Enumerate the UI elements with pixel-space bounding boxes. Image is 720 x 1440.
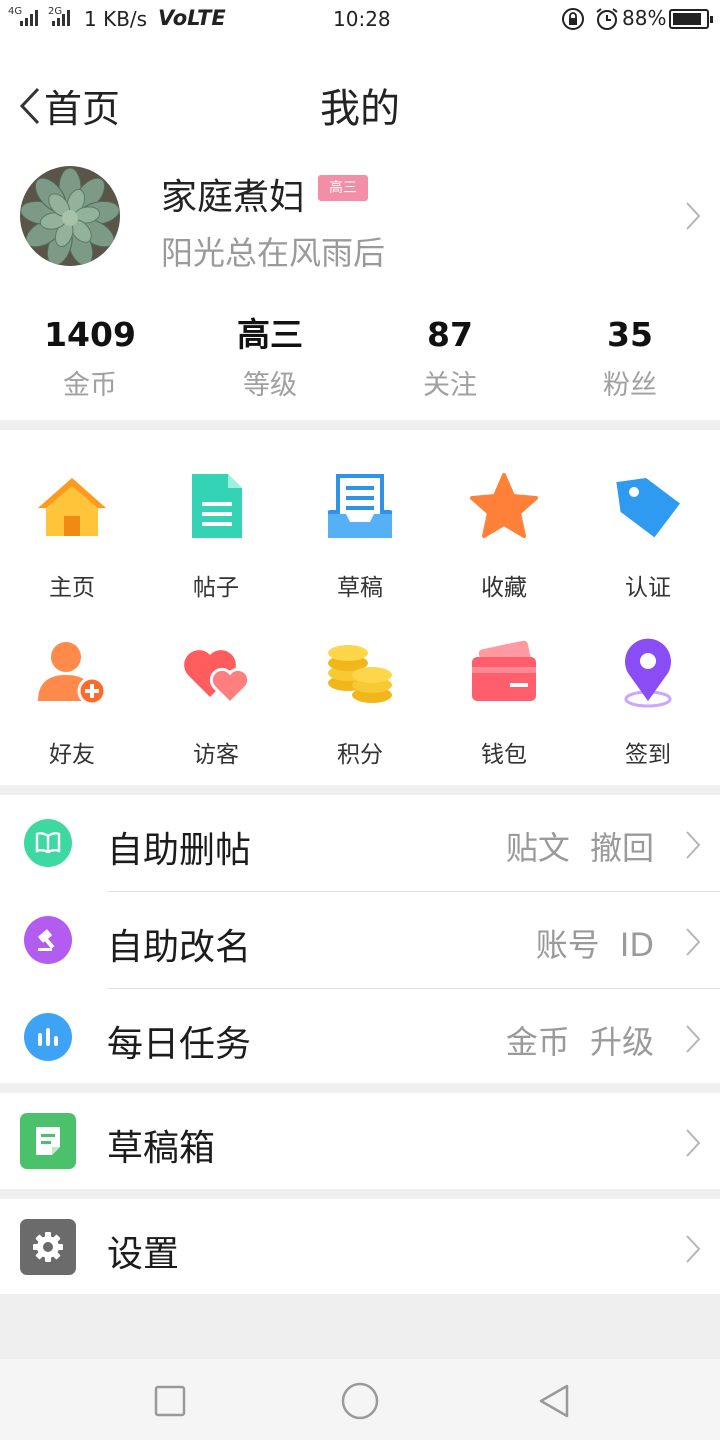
stat-following[interactable]: 87 关注 [360,313,540,402]
grid-item-visitors[interactable]: 访客 [144,637,288,769]
rotation-lock-icon [562,8,584,30]
grid-item-label: 草稿 [337,575,383,601]
grid-item-drafts[interactable]: 草稿 [288,470,432,602]
stat-value: 87 [427,315,473,354]
grid-item-home[interactable]: 主页 [0,470,144,602]
stat-level[interactable]: 高三 等级 [180,313,360,402]
gear-icon [20,1219,76,1275]
home-icon [38,478,106,536]
grid-item-label: 认证 [625,575,671,601]
chevron-right-icon [686,1235,701,1263]
list-item-hint: 贴文 撤回 [505,829,654,867]
chevron-right-icon[interactable] [684,200,702,232]
grid-item-label: 积分 [337,742,383,768]
stat-coins[interactable]: 1409 金币 [0,313,180,402]
stat-label: 粉丝 [603,370,657,401]
stats-row: 1409 金币 高三 等级 87 关注 35 粉丝 [0,313,720,402]
add-friend-icon [38,642,107,706]
wallet-icon [472,640,536,701]
post-document-icon [192,474,242,538]
recent-apps-icon[interactable] [150,1381,190,1421]
clock: 10:28 [333,7,391,31]
gavel-icon [24,916,72,964]
top-navigation-bar: 首页 我的 [0,38,720,158]
grid-item-verify[interactable]: 认证 [576,470,720,602]
avatar[interactable] [20,166,120,266]
level-badge: 高三 [318,175,368,201]
coins-icon [328,645,392,703]
volte-indicator: VoLTE [158,6,226,30]
grid-item-label: 帖子 [193,575,239,601]
list-item-title: 每日任务 [107,1024,252,1065]
feature-grid: 主页 帖子 草稿 收藏 认证 好友 访客 积分 钱包 签到 [0,430,720,785]
list-item-title: 草稿箱 [107,1128,216,1169]
list-item-hint: 账号 ID [535,926,654,964]
stat-label: 等级 [243,370,297,401]
grid-item-label: 好友 [49,742,95,768]
location-pin-icon [624,638,672,708]
username: 家庭煮妇 [161,177,306,218]
grid-item-label: 签到 [625,742,671,768]
stat-label: 金币 [63,370,117,401]
chevron-right-icon [686,928,701,956]
draft-tray-icon [328,474,392,538]
grid-item-label: 收藏 [481,575,527,601]
tools-list: 自助删帖 贴文 撤回 自助改名 账号 ID 每日任务 金币 升级 [0,795,720,1083]
grid-item-posts[interactable]: 帖子 [144,470,288,602]
chevron-right-icon [686,831,701,859]
note-icon [20,1113,76,1169]
succulent-avatar-image [20,166,120,266]
list-item-rename[interactable]: 自助改名 账号 ID [0,892,720,988]
grid-item-checkin[interactable]: 签到 [576,637,720,769]
signal-strength-icon [20,10,38,26]
list-item-settings[interactable]: 设置 [0,1199,720,1295]
stat-label: 关注 [423,370,477,401]
chevron-right-icon [686,1025,701,1053]
grid-item-label: 钱包 [481,742,527,768]
home-button-icon[interactable] [340,1381,380,1421]
battery-icon [669,9,713,29]
list-item-title: 自助改名 [107,927,252,968]
grid-item-label: 访客 [193,742,239,768]
network-speed: 1 KB/s [84,7,148,31]
back-triangle-icon[interactable] [534,1381,574,1421]
stat-fans[interactable]: 35 粉丝 [540,313,720,402]
list-item-hint: 金币 升级 [505,1023,654,1061]
settings-section: 设置 [0,1199,720,1294]
page-title: 我的 [320,86,400,132]
list-item-self-delete[interactable]: 自助删帖 贴文 撤回 [0,795,720,891]
tag-icon [616,477,680,538]
bar-chart-icon [24,1013,72,1061]
status-icons [560,6,620,32]
stat-value: 高三 [237,315,303,354]
grid-item-favorites[interactable]: 收藏 [432,470,576,602]
signature: 阳光总在风雨后 [161,234,386,272]
grid-item-points[interactable]: 积分 [288,637,432,769]
stat-value: 1409 [44,315,136,354]
grid-item-friends[interactable]: 好友 [0,637,144,769]
chevron-right-icon [686,1129,701,1157]
grid-item-label: 主页 [49,575,95,601]
list-item-daily-tasks[interactable]: 每日任务 金币 升级 [0,989,720,1085]
signal-strength-icon-2 [52,10,70,26]
hearts-icon [184,650,251,706]
battery-percent: 88% [622,6,667,30]
alarm-icon [596,8,618,30]
status-bar: 4G 2G 1 KB/s VoLTE 10:28 88% [0,0,720,38]
list-item-title: 设置 [107,1234,180,1275]
grid-item-wallet[interactable]: 钱包 [432,637,576,769]
stat-value: 35 [607,315,653,354]
drafts-section: 草稿箱 [0,1093,720,1189]
profile-card: 家庭煮妇 高三 阳光总在风雨后 1409 金币 高三 等级 87 关注 35 粉… [0,158,720,420]
list-item-title: 自助删帖 [107,830,252,871]
list-item-drafts-box[interactable]: 草稿箱 [0,1093,720,1189]
star-icon [470,473,538,538]
system-navigation-bar [0,1359,720,1440]
book-icon [24,819,72,867]
